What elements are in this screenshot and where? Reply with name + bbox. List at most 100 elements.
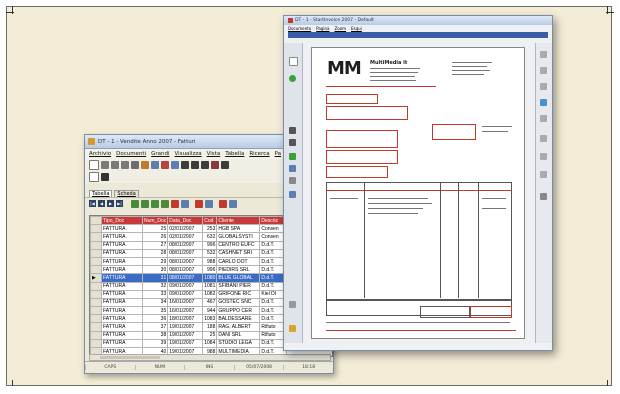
table-cell[interactable]: 253 bbox=[202, 224, 218, 234]
grid-icon[interactable] bbox=[205, 199, 213, 208]
scrollbar-thumb[interactable] bbox=[100, 356, 160, 359]
table-cell[interactable]: GRIFONE RIC bbox=[216, 289, 261, 299]
table-cell[interactable]: 532 bbox=[202, 248, 218, 258]
tab-scheda[interactable]: Scheda bbox=[114, 190, 139, 197]
table-cell[interactable]: 1081 bbox=[202, 281, 218, 291]
menu-item-visualizza[interactable]: Visualizza bbox=[175, 151, 202, 157]
tool-icon[interactable] bbox=[540, 115, 547, 122]
tool-icon[interactable] bbox=[540, 83, 547, 90]
table-cell[interactable]: 33 bbox=[141, 289, 169, 299]
table-cell[interactable]: GRUPPO CER bbox=[216, 306, 261, 316]
menu-item-grandi[interactable]: Grandi bbox=[151, 151, 169, 157]
check-icon[interactable] bbox=[161, 199, 169, 208]
column-header[interactable]: Cliente bbox=[216, 216, 261, 226]
table-cell[interactable]: 996 bbox=[202, 265, 218, 275]
row-selector[interactable] bbox=[90, 265, 102, 275]
table-row[interactable]: FATTURA 28 08/01/2007 532 CASHNET SRI D.d.T. bbox=[90, 248, 288, 258]
page-green-icon[interactable] bbox=[289, 153, 296, 160]
prev-record-icon[interactable]: ◀ bbox=[98, 200, 105, 207]
report-icon[interactable] bbox=[211, 161, 219, 169]
table-cell[interactable]: 632 bbox=[202, 232, 218, 242]
table-cell[interactable]: 467 bbox=[202, 297, 218, 308]
table-cell[interactable]: 31 bbox=[141, 273, 169, 283]
column-header[interactable]: Cod bbox=[202, 216, 218, 226]
horizontal-scrollbar[interactable] bbox=[89, 354, 331, 361]
table-cell[interactable]: CENTRO EUFC bbox=[216, 240, 261, 250]
table-cell[interactable]: 08/01/2007 bbox=[167, 273, 204, 283]
table-cell[interactable]: 36 bbox=[141, 314, 169, 324]
table-cell[interactable]: 02/01/2007 bbox=[167, 232, 204, 242]
viewer-menu-zoom[interactable]: Zoom bbox=[335, 26, 347, 31]
export-icon[interactable] bbox=[221, 161, 229, 169]
table-cell[interactable]: 08/01/2007 bbox=[167, 256, 204, 267]
refresh-icon[interactable] bbox=[289, 75, 296, 82]
table-cell[interactable]: FATTURA bbox=[101, 281, 143, 291]
table-cell[interactable]: 39 bbox=[141, 338, 169, 349]
table-row[interactable]: FATTURA 29 08/01/2007 988 CARLO DOT D.d.T. bbox=[90, 256, 288, 267]
column-header[interactable]: Tipo_Doc bbox=[101, 216, 143, 226]
invoice-viewer-window[interactable]: DT - 1 - StartInvoice 2007 - Default Doc… bbox=[283, 15, 553, 351]
row-selector[interactable]: ▶ bbox=[90, 273, 102, 283]
table-cell[interactable]: 27 bbox=[141, 240, 169, 250]
table-cell[interactable]: FATTURA bbox=[101, 289, 143, 299]
sort-icon[interactable] bbox=[191, 161, 199, 169]
row-selector[interactable] bbox=[90, 256, 102, 267]
zoom-out-icon[interactable] bbox=[121, 161, 129, 169]
check-icon[interactable] bbox=[131, 199, 139, 208]
table-cell[interactable]: 02/01/2007 bbox=[167, 224, 204, 234]
table-cell[interactable]: FATTURA bbox=[101, 297, 143, 308]
table-cell[interactable]: 26 bbox=[141, 232, 169, 242]
save-icon[interactable] bbox=[181, 199, 189, 208]
tool-icon[interactable] bbox=[540, 171, 547, 178]
table-cell[interactable]: 28 bbox=[141, 248, 169, 258]
table-cell[interactable]: FATTURA bbox=[101, 265, 143, 275]
table-cell[interactable]: GOSTEC SNC bbox=[216, 297, 261, 308]
table-cell[interactable]: 1083 bbox=[202, 314, 218, 324]
table-row[interactable]: FATTURA 35 16/01/2007 944 GRUPPO CER D.d.T. bbox=[90, 306, 288, 316]
row-selector[interactable] bbox=[90, 224, 102, 234]
viewer-titlebar[interactable]: DT - 1 - StartInvoice 2007 - Default bbox=[284, 16, 552, 25]
lock-icon[interactable] bbox=[289, 325, 296, 332]
table-cell[interactable]: FATTURA bbox=[101, 330, 143, 340]
table-cell[interactable]: FATTURA bbox=[101, 248, 143, 258]
table-cell[interactable]: PIEDIRS SRL bbox=[216, 265, 261, 275]
layers-icon[interactable] bbox=[289, 191, 296, 198]
table-cell[interactable]: RAG. ALBERT bbox=[216, 322, 261, 332]
table-cell[interactable]: 08/01/2007 bbox=[167, 248, 204, 258]
column-header[interactable]: Num_Doc bbox=[141, 216, 169, 226]
page-thumbnail-icon[interactable] bbox=[289, 57, 298, 66]
table-cell[interactable]: 08/01/2007 bbox=[167, 240, 204, 250]
new-doc-icon[interactable] bbox=[89, 160, 99, 170]
calendar-icon[interactable] bbox=[101, 173, 109, 181]
table-cell[interactable]: FATTURA bbox=[101, 306, 143, 316]
table-cell[interactable]: 25 bbox=[141, 224, 169, 234]
table-cell[interactable]: FATTURA bbox=[101, 240, 143, 250]
first-record-icon[interactable]: |◀ bbox=[89, 200, 96, 207]
row-selector[interactable] bbox=[90, 281, 102, 291]
row-selector[interactable] bbox=[90, 314, 102, 324]
tool-icon[interactable] bbox=[540, 135, 547, 142]
mail-icon[interactable] bbox=[289, 301, 296, 308]
tab-tabella[interactable]: Tabella bbox=[89, 190, 113, 197]
table-cell[interactable]: CARLO DOT bbox=[216, 256, 261, 267]
row-selector[interactable] bbox=[90, 297, 102, 308]
table-cell[interactable]: 29 bbox=[141, 256, 169, 267]
table-cell[interactable]: FATTURA bbox=[101, 224, 143, 234]
table-cell[interactable]: HGB SPA bbox=[216, 224, 261, 234]
table-row[interactable]: FATTURA 38 19/01/2007 25 DANI SRL Rifiuto bbox=[90, 330, 288, 340]
page-blue-icon[interactable] bbox=[289, 165, 296, 172]
sort-asc-icon[interactable] bbox=[219, 199, 227, 208]
menu-item-documenti[interactable]: Documenti bbox=[116, 151, 146, 157]
arrow-left-icon[interactable] bbox=[289, 139, 296, 146]
table-cell[interactable]: BLUE GLOBAL bbox=[216, 273, 261, 283]
table-cell[interactable]: 09/01/2007 bbox=[167, 289, 204, 299]
table-cell[interactable]: 34 bbox=[141, 297, 169, 308]
table-cell[interactable]: STUDIO LEGA bbox=[216, 338, 261, 349]
table-cell[interactable]: 16/01/2007 bbox=[167, 306, 204, 316]
table-row[interactable]: FATTURA 37 19/01/2007 188 RAG. ALBERT Rifiuto bbox=[90, 322, 288, 332]
table-row[interactable]: ▶ FATTURA 31 08/01/2007 1080 BLUE GLOBAL D.d.T… bbox=[90, 273, 288, 283]
row-selector[interactable] bbox=[90, 338, 102, 349]
zoom-icon[interactable] bbox=[101, 161, 109, 169]
table-cell[interactable]: GLOBALSYSTI bbox=[216, 232, 261, 242]
tool-icon[interactable] bbox=[540, 67, 547, 74]
